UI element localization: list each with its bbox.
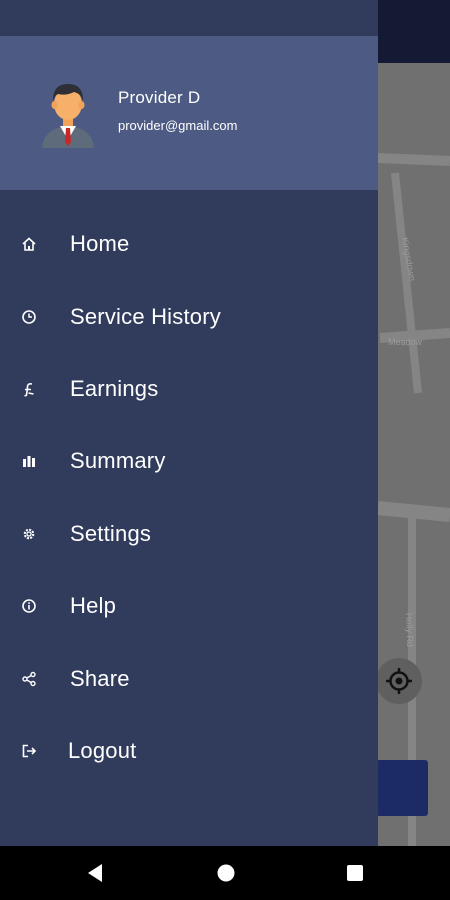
- menu-label-logout: Logout: [68, 737, 137, 763]
- clock-icon: [20, 308, 38, 326]
- navigation-drawer: Provider D provider@gmail.com Home Servi…: [0, 0, 378, 846]
- menu-item-help[interactable]: Help: [0, 570, 378, 642]
- info-icon: [20, 597, 38, 615]
- menu-label-settings: Settings: [70, 520, 152, 546]
- my-location-button[interactable]: [376, 658, 422, 704]
- share-icon: [20, 670, 38, 688]
- user-name: Provider D: [118, 88, 201, 107]
- drawer-menu: Home Service History Earnings Summary Se…: [0, 208, 378, 787]
- map-action-button[interactable]: [376, 760, 428, 816]
- home-button[interactable]: [216, 863, 236, 883]
- logout-icon: [20, 742, 38, 760]
- menu-label-earnings: Earnings: [70, 375, 159, 401]
- menu-item-summary[interactable]: Summary: [0, 425, 378, 497]
- back-icon: [88, 864, 102, 882]
- menu-label-help: Help: [70, 593, 117, 619]
- currency-icon: [20, 380, 38, 398]
- menu-label-service-history: Service History: [70, 303, 221, 329]
- status-bar: [0, 0, 378, 36]
- street-label-2: Meadow: [388, 337, 423, 347]
- menu-item-service-history[interactable]: Service History: [0, 280, 378, 352]
- recents-icon: [347, 865, 363, 881]
- menu-item-settings[interactable]: Settings: [0, 498, 378, 570]
- avatar: [42, 84, 94, 148]
- menu-item-home[interactable]: Home: [0, 208, 378, 280]
- home-icon: [20, 235, 38, 253]
- menu-label-summary: Summary: [70, 448, 166, 474]
- system-navigation-bar: [0, 846, 450, 900]
- recents-button[interactable]: [346, 864, 364, 882]
- menu-item-earnings[interactable]: Earnings: [0, 353, 378, 425]
- gear-icon: [20, 525, 38, 543]
- menu-item-share[interactable]: Share: [0, 642, 378, 714]
- back-button[interactable]: [86, 863, 104, 883]
- profile-header[interactable]: Provider D provider@gmail.com: [0, 36, 378, 190]
- menu-item-logout[interactable]: Logout: [0, 715, 378, 787]
- menu-label-home: Home: [70, 231, 130, 257]
- bar-chart-icon: [20, 452, 38, 470]
- home-circle-icon: [217, 864, 235, 882]
- street-label-3: Holly Rd: [404, 613, 415, 647]
- menu-label-share: Share: [70, 665, 130, 691]
- crosshair-icon: [386, 668, 412, 694]
- user-email: provider@gmail.com: [118, 118, 238, 133]
